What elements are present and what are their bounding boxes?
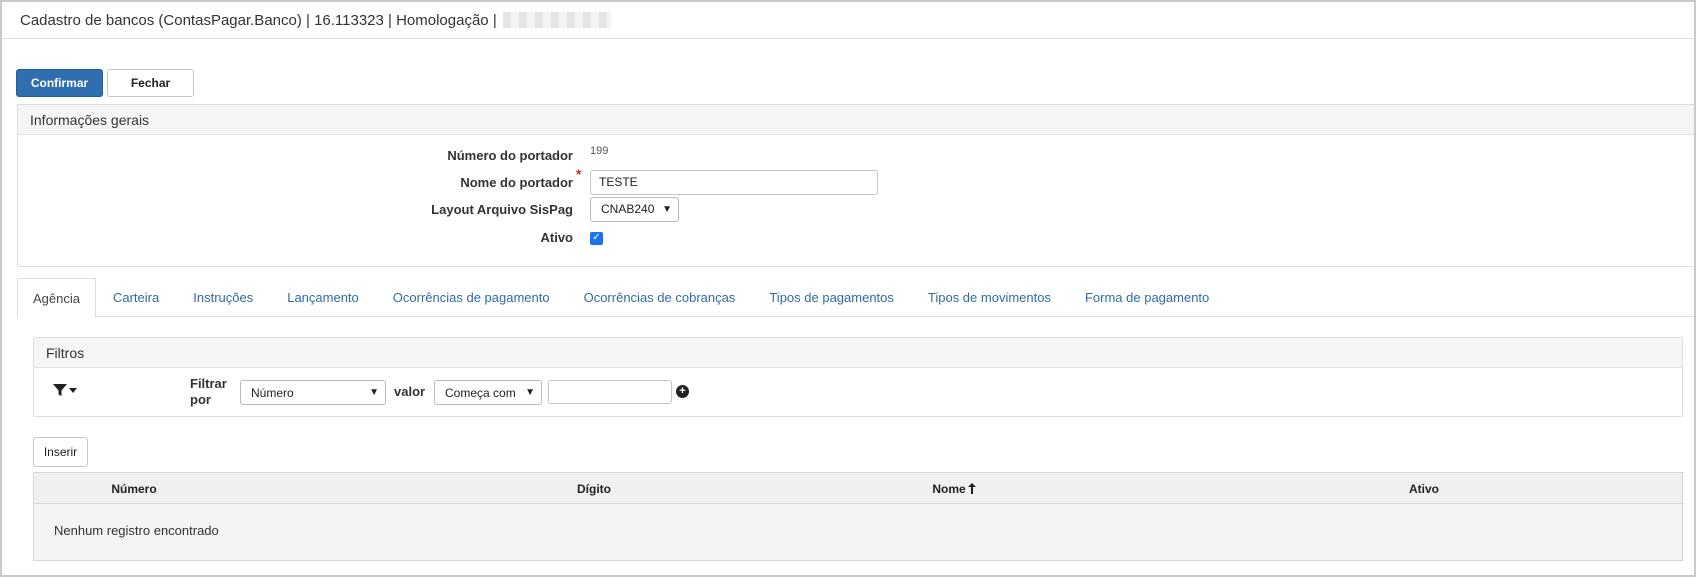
confirm-button[interactable]: Confirmar [16,69,103,97]
window-title: Cadastro de bancos (ContasPagar.Banco) |… [20,11,497,29]
table-header: Número Dígito Nome Ativo [34,473,1682,504]
chevron-down-icon: ▼ [525,387,535,398]
portador-numero-label: Número do portador [447,147,573,163]
portador-numero-row: Número do portador 199 [18,143,1694,167]
close-button[interactable]: Fechar [107,69,194,97]
filter-value-label: valor [394,384,426,399]
tab-carteira[interactable]: Carteira [96,278,176,317]
insert-button[interactable]: Inserir [33,437,88,467]
tab-agencia[interactable]: Agência [17,278,96,318]
tab-tipos-pagamentos[interactable]: Tipos de pagamentos [752,278,911,317]
tab-lancamento[interactable]: Lançamento [270,278,376,317]
filter-icon [53,384,67,396]
layout-label: Layout Arquivo SisPag [431,201,573,217]
tab-instrucoes[interactable]: Instruções [176,278,270,317]
caret-down-icon [69,388,77,393]
filters-body: Filtrar por Número ▼ valor Começa com ▼ … [34,368,1682,416]
add-filter-icon[interactable]: + [676,385,689,398]
general-info-panel: Informações gerais Número do portador 19… [17,104,1694,267]
filter-by-label: Filtrar por [190,376,227,407]
column-header-ativo[interactable]: Ativo [1364,473,1484,504]
tab-ocorrencias-pagamento[interactable]: Ocorrências de pagamento [376,278,567,317]
tab-tipos-movimentos[interactable]: Tipos de movimentos [911,278,1068,317]
results-table: Número Dígito Nome Ativo Nenhum registro… [33,472,1683,561]
filter-field-select[interactable]: Número ▼ [240,380,386,405]
sort-ascending-icon [967,483,976,494]
window-titlebar: Cadastro de bancos (ContasPagar.Banco) |… [2,2,1694,39]
layout-row: Layout Arquivo SisPag CNAB240 ▼ [18,196,1694,222]
general-info-header: Informações gerais [18,105,1694,135]
layout-select[interactable]: CNAB240 ▼ [590,196,679,222]
filter-field-value: Número [251,385,294,400]
portador-nome-row: Nome do portador * [18,166,1694,195]
filter-menu-button[interactable] [52,382,77,398]
layout-select-value: CNAB240 [601,202,655,216]
filter-operator-value: Começa com [445,385,516,400]
filters-panel: Filtros Filtrar por Número ▼ valor Começ… [33,337,1683,417]
empty-message: Nenhum registro encontrado [54,523,219,538]
portador-nome-label: Nome do portador [460,174,573,190]
app-window: Cadastro de bancos (ContasPagar.Banco) |… [0,0,1696,577]
required-marker: * [576,166,582,182]
portador-numero-value: 199 [590,145,609,157]
tab-forma-pagamento[interactable]: Forma de pagamento [1068,278,1226,317]
filter-operator-select[interactable]: Começa com ▼ [434,380,542,405]
chevron-down-icon: ▼ [662,203,672,215]
ativo-label: Ativo [540,229,574,245]
ativo-row: Ativo ✓ [18,225,1694,249]
portador-nome-input[interactable] [590,169,878,195]
tab-ocorrencias-cobrancas[interactable]: Ocorrências de cobranças [567,278,753,317]
chevron-down-icon: ▼ [369,387,379,398]
tab-bar: Agência Carteira Instruções Lançamento O… [17,278,1694,318]
check-icon: ✓ [592,232,601,243]
redacted-text [502,12,611,28]
filter-value-input[interactable] [548,380,672,404]
column-header-numero[interactable]: Número [74,473,194,504]
ativo-checkbox[interactable]: ✓ [590,231,603,245]
toolbar: Confirmar Fechar [16,69,194,97]
column-header-nome: Nome [932,481,966,496]
filters-header: Filtros [34,338,1682,368]
column-header-nome-cell[interactable]: Nome [894,473,1014,504]
column-header-digito[interactable]: Dígito [534,473,654,504]
